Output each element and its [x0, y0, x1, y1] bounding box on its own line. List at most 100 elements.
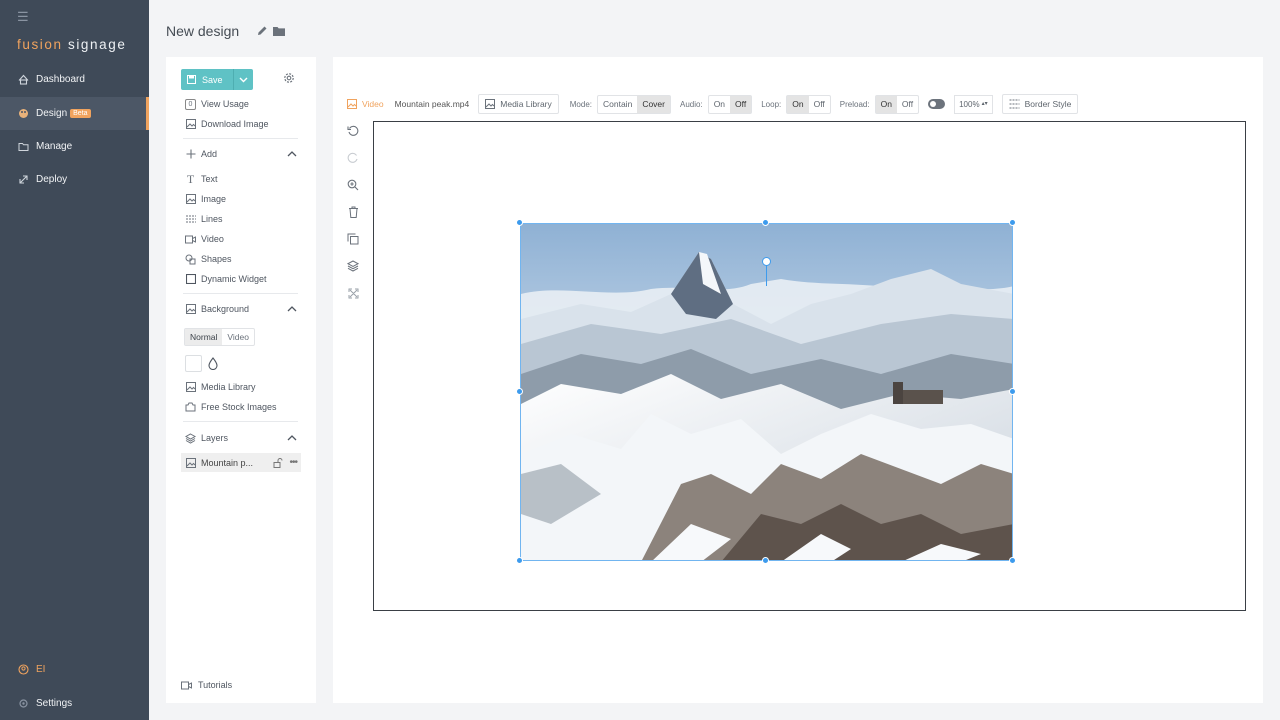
- layers-icon[interactable]: [344, 257, 362, 275]
- save-button[interactable]: Save: [181, 69, 253, 90]
- stock-images-icon: [185, 402, 196, 413]
- canvas-tools: [344, 122, 362, 302]
- unlock-icon[interactable]: [273, 457, 283, 468]
- trash-icon[interactable]: [344, 203, 362, 221]
- more-options-icon[interactable]: •••: [289, 457, 297, 468]
- add-section-header[interactable]: Add: [185, 147, 297, 161]
- fit-screen-icon[interactable]: [344, 284, 362, 302]
- layers-section-header[interactable]: Layers: [185, 431, 297, 445]
- undo-icon[interactable]: [344, 122, 362, 140]
- border-style-button[interactable]: Border Style: [1001, 94, 1079, 114]
- mode-cover[interactable]: Cover: [637, 95, 670, 113]
- add-text-label: Text: [201, 174, 218, 184]
- nav-user[interactable]: EI: [0, 653, 149, 686]
- element-type: Video: [347, 99, 384, 109]
- zoom-input[interactable]: 100% ▴▾: [954, 94, 993, 114]
- background-color-swatch[interactable]: [185, 355, 202, 372]
- layers-icon: [185, 432, 196, 444]
- nav-dashboard-label: Dashboard: [36, 74, 85, 85]
- resize-handle-nw[interactable]: [516, 219, 523, 226]
- free-stock-images[interactable]: Free Stock Images: [185, 400, 277, 414]
- background-media-library[interactable]: Media Library: [185, 380, 256, 394]
- pencil-icon[interactable]: [256, 25, 268, 40]
- image-icon: [185, 194, 196, 205]
- stepper-icon[interactable]: ▴▾: [982, 101, 988, 107]
- plus-icon: [185, 149, 196, 160]
- video-icon: [181, 681, 192, 690]
- design-canvas[interactable]: [373, 121, 1246, 611]
- dashboard-icon: [17, 74, 29, 86]
- nav-manage-label: Manage: [36, 141, 73, 152]
- tutorials-link[interactable]: Tutorials: [181, 680, 232, 690]
- duplicate-icon[interactable]: [344, 230, 362, 248]
- add-lines[interactable]: Lines: [185, 212, 223, 226]
- visibility-toggle[interactable]: [928, 99, 946, 109]
- design-icon: [17, 108, 29, 120]
- resize-handle-e[interactable]: [1009, 388, 1016, 395]
- chevron-up-icon[interactable]: [287, 433, 297, 443]
- nav-deploy[interactable]: Deploy: [0, 163, 149, 196]
- media-library-button[interactable]: Media Library: [478, 94, 559, 114]
- view-usage[interactable]: 0 View Usage: [185, 97, 249, 111]
- image-icon: [186, 457, 197, 468]
- add-image[interactable]: Image: [185, 192, 226, 206]
- video-icon: [185, 234, 196, 245]
- text-icon: T: [186, 171, 195, 186]
- bg-mode-video[interactable]: Video: [222, 329, 254, 345]
- mode-contain[interactable]: Contain: [598, 96, 637, 113]
- mode-toggle: Contain Cover: [597, 94, 671, 114]
- opacity-drop-icon[interactable]: [208, 357, 218, 373]
- add-dynamic-widget[interactable]: Dynamic Widget: [185, 272, 267, 286]
- rotate-handle[interactable]: [762, 257, 771, 266]
- loop-off[interactable]: Off: [809, 96, 830, 113]
- resize-handle-s[interactable]: [762, 557, 769, 564]
- background-section-header[interactable]: Background: [185, 302, 297, 316]
- save-label: Save: [202, 74, 223, 85]
- divider: [183, 138, 298, 139]
- add-text[interactable]: T Text: [185, 172, 218, 186]
- audio-off[interactable]: Off: [730, 95, 752, 113]
- resize-handle-n[interactable]: [762, 219, 769, 226]
- mountain-video-frame: [521, 224, 1012, 560]
- redo-icon[interactable]: [344, 149, 362, 167]
- audio-toggle: On Off: [707, 94, 753, 114]
- folder-icon[interactable]: [272, 25, 286, 40]
- add-shapes[interactable]: Shapes: [185, 252, 232, 266]
- save-dropdown-button[interactable]: [233, 69, 253, 90]
- logo[interactable]: fusion signage: [17, 37, 126, 52]
- nav-settings[interactable]: Settings: [0, 687, 149, 720]
- divider: [183, 293, 298, 294]
- resize-handle-w[interactable]: [516, 388, 523, 395]
- resize-handle-sw[interactable]: [516, 557, 523, 564]
- nav-dashboard[interactable]: Dashboard: [0, 63, 149, 96]
- deploy-icon: [17, 174, 29, 186]
- nav-design[interactable]: Design Beta: [0, 97, 149, 130]
- nav-deploy-label: Deploy: [36, 174, 68, 185]
- nav-design-label: Design: [36, 108, 68, 119]
- image-icon: [185, 119, 196, 130]
- gear-icon[interactable]: [282, 71, 296, 88]
- rotation-line: [766, 264, 767, 286]
- nav-manage[interactable]: Manage: [0, 130, 149, 163]
- bg-mode-normal[interactable]: Normal: [185, 329, 223, 345]
- preload-off[interactable]: Off: [897, 96, 918, 113]
- logo-part2: signage: [67, 37, 127, 52]
- shapes-icon: [185, 254, 196, 265]
- resize-handle-se[interactable]: [1009, 557, 1016, 564]
- add-video[interactable]: Video: [185, 232, 224, 246]
- add-dynamic-widget-label: Dynamic Widget: [201, 274, 267, 284]
- preload-on[interactable]: On: [875, 95, 897, 113]
- zoom-in-icon[interactable]: [344, 176, 362, 194]
- element-type-label: Video: [362, 99, 384, 109]
- chevron-up-icon[interactable]: [287, 149, 297, 159]
- zoom-value: 100%: [959, 99, 980, 109]
- menu-icon[interactable]: ☰: [17, 10, 29, 23]
- resize-handle-ne[interactable]: [1009, 219, 1016, 226]
- chevron-up-icon[interactable]: [287, 304, 297, 314]
- logo-part1: fusion: [17, 37, 63, 52]
- audio-on[interactable]: On: [709, 96, 730, 113]
- download-image[interactable]: Download Image: [185, 117, 269, 131]
- layer-item[interactable]: Mountain p... •••: [181, 453, 301, 472]
- loop-on[interactable]: On: [787, 95, 809, 113]
- border-style-label: Border Style: [1024, 99, 1072, 109]
